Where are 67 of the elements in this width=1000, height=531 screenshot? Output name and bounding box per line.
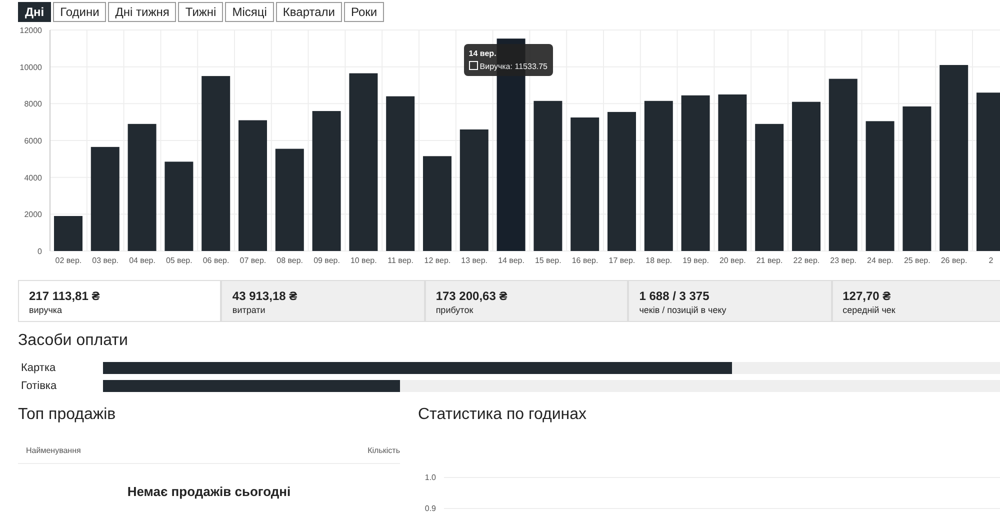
payment-label: Готівка [20, 380, 58, 392]
axis-label: 0 [38, 247, 42, 256]
axis-label: 03 вер. [92, 256, 119, 265]
axis-label: 20 вер. [719, 256, 746, 265]
axis-label: 26 вер. [940, 256, 968, 265]
period-tab[interactable]: Роки [344, 2, 384, 22]
stat-card[interactable]: 127,70 ₴ середній чек [832, 280, 1000, 322]
axis-label: 06 вер. [202, 256, 230, 265]
axis-label: 05 вер. [166, 256, 192, 265]
axis-label: 0.9 [424, 504, 436, 513]
axis-label: 24 вер. [867, 256, 894, 265]
period-tab[interactable]: Квартали [276, 2, 342, 22]
section-title: Топ продажів [18, 406, 117, 424]
stat-label: прибуток [436, 305, 474, 315]
axis-label: 2000 [24, 210, 42, 220]
stat-value: 43 913,18 ₴ [232, 289, 298, 303]
period-tab[interactable]: Місяці [225, 2, 274, 22]
stat-value: 173 200,63 ₴ [436, 289, 508, 303]
axis-label: 08 вер. [276, 256, 304, 265]
stat-label: витрати [232, 305, 266, 315]
axis-label: 14 вер. [498, 256, 524, 265]
axis-label: 23 вер. [830, 256, 857, 265]
stat-value: 1 688 / 3 375 [639, 289, 710, 303]
axis-label: 22 вер. [793, 256, 820, 265]
axis-label: 12 вер. [424, 256, 451, 265]
stat-label: виручка [29, 305, 64, 315]
axis-label: 10 вер. [350, 256, 377, 265]
axis-label: 13 вер. [461, 256, 488, 265]
column-header: Кількість [368, 446, 400, 455]
axis-label: 04 вер. [129, 256, 156, 265]
stat-label: чеків / позицій в чеку [639, 305, 728, 315]
axis-label: 25 вер. [904, 256, 930, 265]
axis-label: 19 вер. [682, 256, 709, 265]
axis-label: 10000 [20, 62, 42, 72]
axis-label: 17 вер. [608, 256, 636, 265]
axis-label: 02 вер. [55, 256, 82, 265]
axis-label: 12000 [20, 26, 42, 35]
axis-label: 2 [988, 256, 994, 265]
axis-label: 07 вер. [240, 256, 266, 265]
axis-label: 4000 [24, 173, 42, 182]
axis-label: 18 вер. [646, 256, 672, 265]
axis-label: 09 вер. [314, 256, 340, 265]
stat-label: середній чек [842, 305, 896, 315]
period-tab[interactable]: Дні тижня [108, 2, 176, 22]
period-tab[interactable]: Години [53, 2, 106, 22]
section-title: Статистика по годинах [418, 406, 588, 424]
period-tab[interactable]: Тижні [178, 2, 224, 22]
period-tab[interactable]: Дні [18, 2, 52, 22]
empty-message: Немає продажів сьогодні [126, 484, 292, 499]
axis-label: 6000 [24, 136, 42, 146]
stat-card[interactable]: 173 200,63 ₴ прибуток [424, 280, 628, 322]
stat-card[interactable]: 1 688 / 3 375 чеків / позицій в чеку [628, 280, 832, 322]
stat-value: 217 113,81 ₴ [29, 289, 101, 303]
stat-card[interactable]: 43 913,18 ₴ витрати [221, 280, 425, 322]
axis-label: 11 вер. [388, 256, 414, 265]
bar [54, 216, 82, 251]
axis-label: 21 вер. [756, 256, 783, 265]
axis-label: 15 вер. [534, 256, 562, 265]
stat-card[interactable]: 217 113,81 ₴ виручка [18, 280, 222, 322]
section-title: Засоби оплати [18, 332, 129, 350]
column-header: Найменування [26, 446, 81, 455]
payment-label: Картка [20, 362, 57, 374]
chart-tooltip: 14 вер. Виручка: 11533.75 [464, 44, 553, 76]
axis-label: 16 вер. [572, 256, 598, 265]
axis-label: 1.0 [424, 473, 436, 482]
axis-label: 8000 [24, 100, 42, 109]
stat-value: 127,70 ₴ [842, 289, 892, 303]
